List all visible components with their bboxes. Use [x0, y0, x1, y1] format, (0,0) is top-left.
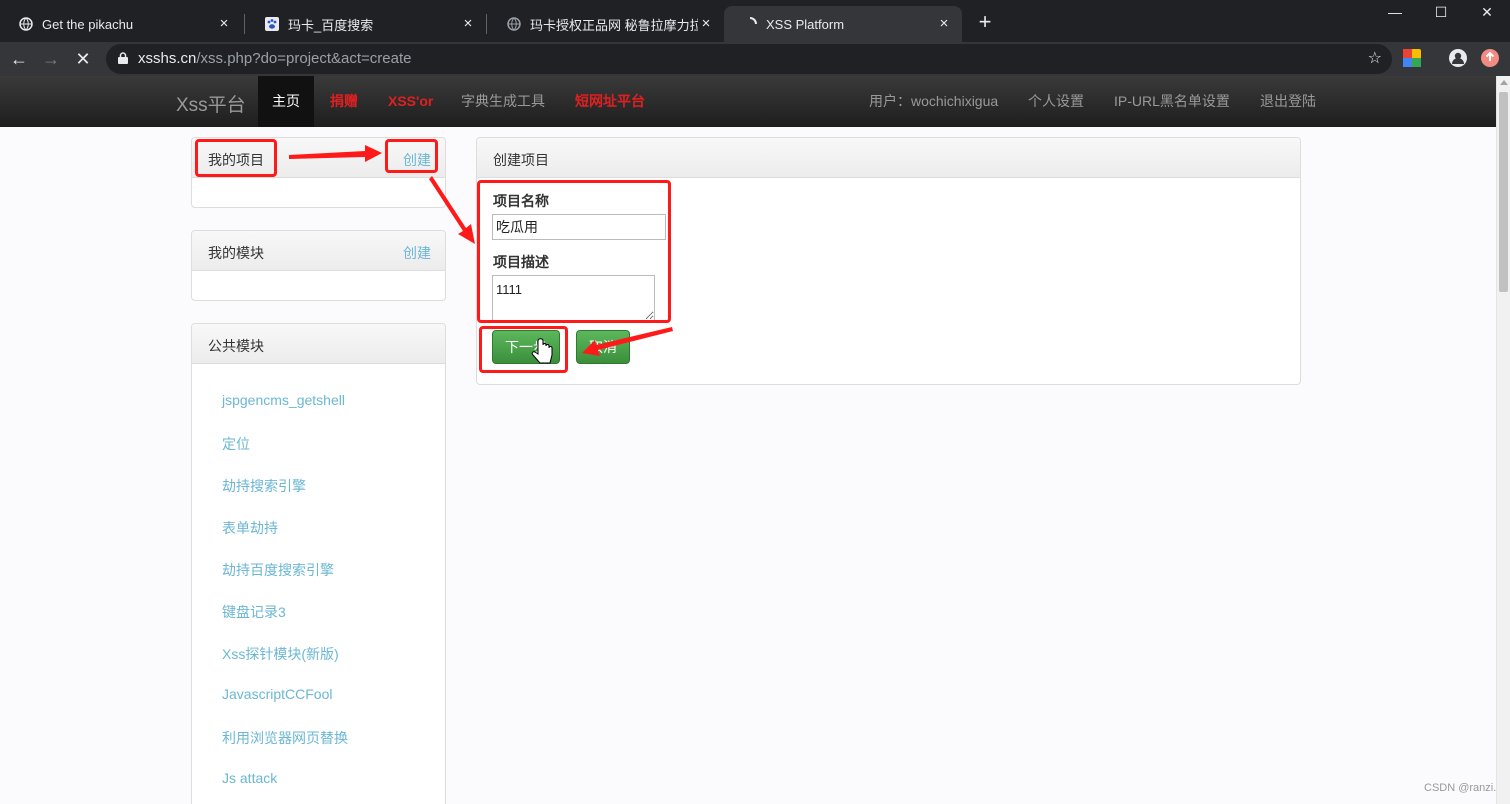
nav-personal-settings[interactable]: 个人设置 [1014, 76, 1098, 127]
lock-icon [118, 52, 128, 64]
cancel-button[interactable]: 取消 [576, 330, 630, 364]
close-window-icon[interactable]: ✕ [1464, 0, 1510, 26]
public-modules-title: 公共模块 [208, 338, 264, 354]
browser-tab-pikachu[interactable]: Get the pikachu × [0, 6, 242, 42]
tab-label: Get the pikachu [42, 16, 134, 32]
tab-label: 玛卡_百度搜索 [288, 17, 374, 33]
create-project-title: 创建项目 [493, 152, 549, 168]
forward-arrow-icon[interactable]: → [38, 46, 64, 72]
nav-logout[interactable]: 退出登陆 [1246, 76, 1330, 127]
globe-icon [18, 16, 34, 32]
close-tab-icon[interactable]: × [698, 16, 714, 32]
bookmark-star-icon[interactable]: ☆ [1368, 48, 1382, 68]
close-tab-icon[interactable]: × [216, 16, 232, 32]
scroll-thumb[interactable] [1499, 92, 1508, 292]
annotation-box-next-button [479, 326, 568, 373]
url-text: xsshs.cn/xss.php?do=project&act=create [138, 50, 412, 67]
browser-tab-xss-platform[interactable]: XSS Platform × [724, 6, 962, 42]
module-link[interactable]: JavascriptCCFool [222, 686, 332, 702]
close-tab-icon[interactable]: × [936, 16, 952, 32]
module-link[interactable]: 定位 [222, 434, 250, 454]
nav-donate[interactable]: 捐赠 [316, 76, 372, 127]
update-icon[interactable] [1480, 48, 1500, 68]
module-link[interactable]: Xss探针模块(新版) [222, 644, 339, 664]
module-link[interactable]: Js attack [222, 770, 277, 786]
stop-loading-icon[interactable]: ✕ [70, 46, 96, 72]
nav-dictionary-tool[interactable]: 字典生成工具 [447, 76, 559, 127]
new-tab-button[interactable]: + [972, 10, 998, 36]
site-navbar: Xss平台 主页 捐赠 XSS'or 字典生成工具 短网址平台 用户：wochi… [0, 76, 1496, 127]
back-arrow-icon[interactable]: ← [6, 46, 32, 72]
nav-short-url[interactable]: 短网址平台 [561, 76, 659, 127]
module-link[interactable]: 表单劫持 [222, 518, 278, 538]
profile-avatar-icon[interactable] [1448, 48, 1468, 68]
close-tab-icon[interactable]: × [460, 16, 476, 32]
my-modules-panel: 我的模块 创建 [191, 230, 446, 301]
browser-toolbar: ← → ✕ xsshs.cn/xss.php?do=project&act=cr… [0, 42, 1510, 76]
maximize-icon[interactable]: ☐ [1418, 0, 1464, 26]
browser-tab-maca[interactable]: 玛卡授权正品网 秘鲁拉摩力拉玛 × [488, 6, 724, 42]
module-link[interactable]: jspgencms_getshell [222, 392, 345, 408]
module-link[interactable]: 劫持搜索引擎 [222, 476, 306, 496]
annotation-box-my-projects [195, 139, 277, 177]
page-scrollbar[interactable] [1496, 76, 1510, 804]
scroll-up-icon[interactable] [1500, 80, 1508, 85]
module-link[interactable]: 劫持百度搜索引擎 [222, 560, 334, 580]
baidu-paw-icon [264, 16, 280, 32]
module-link[interactable]: 键盘记录3 [222, 602, 286, 622]
tab-label: XSS Platform [766, 16, 845, 32]
module-link[interactable]: 利用浏览器网页替换 [222, 728, 348, 748]
nav-home[interactable]: 主页 [258, 76, 314, 127]
annotation-box-form-fields [477, 180, 671, 323]
minimize-icon[interactable]: — [1372, 0, 1418, 26]
nav-user[interactable]: 用户：wochichixigua [855, 76, 1012, 127]
tab-label: 玛卡授权正品网 秘鲁拉摩力拉玛 [530, 17, 698, 33]
globe-icon [506, 16, 522, 32]
extension-icon[interactable] [1402, 48, 1422, 68]
create-module-link[interactable]: 创建 [403, 243, 431, 263]
loading-icon [742, 16, 758, 32]
watermark: CSDN @ranzi. [1424, 782, 1497, 794]
browser-tab-strip: Get the pikachu × 玛卡_百度搜索 × 玛卡授权正品网 秘鲁拉摩… [0, 0, 1510, 42]
browser-tab-baidu[interactable]: 玛卡_百度搜索 × [246, 6, 486, 42]
my-modules-title: 我的模块 [208, 245, 264, 261]
nav-xssor[interactable]: XSS'or [374, 76, 447, 127]
site-brand[interactable]: Xss平台 [176, 90, 246, 117]
public-modules-panel: 公共模块 jspgencms_getshell 定位 劫持搜索引擎 表单劫持 劫… [191, 323, 446, 804]
annotation-box-create-link [385, 139, 438, 173]
address-bar[interactable]: xsshs.cn/xss.php?do=project&act=create ☆ [106, 44, 1392, 74]
nav-ip-url-blacklist[interactable]: IP-URL黑名单设置 [1100, 76, 1244, 127]
